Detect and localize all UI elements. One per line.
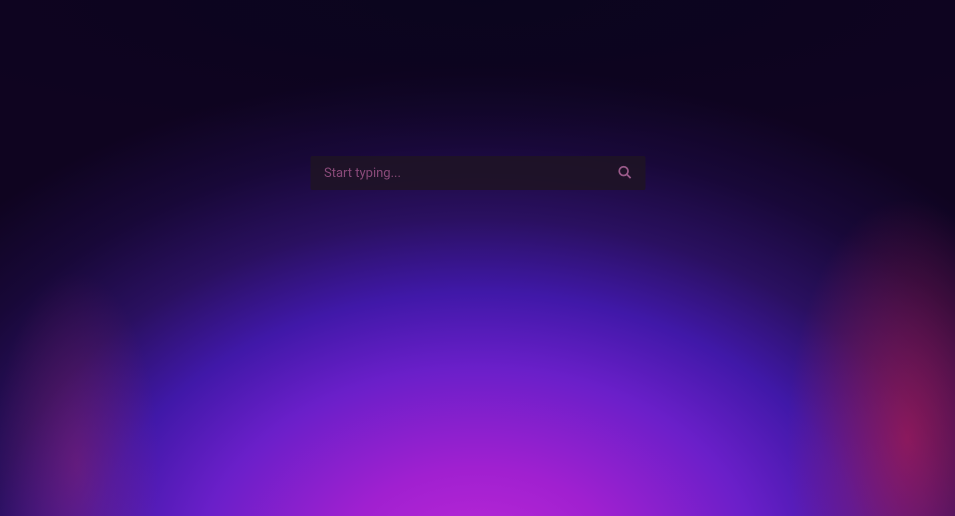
search-button[interactable] [613,161,635,186]
search-icon [617,165,631,182]
search-input[interactable] [324,166,613,181]
search-bar[interactable] [310,156,645,190]
desktop-wallpaper [0,0,955,516]
